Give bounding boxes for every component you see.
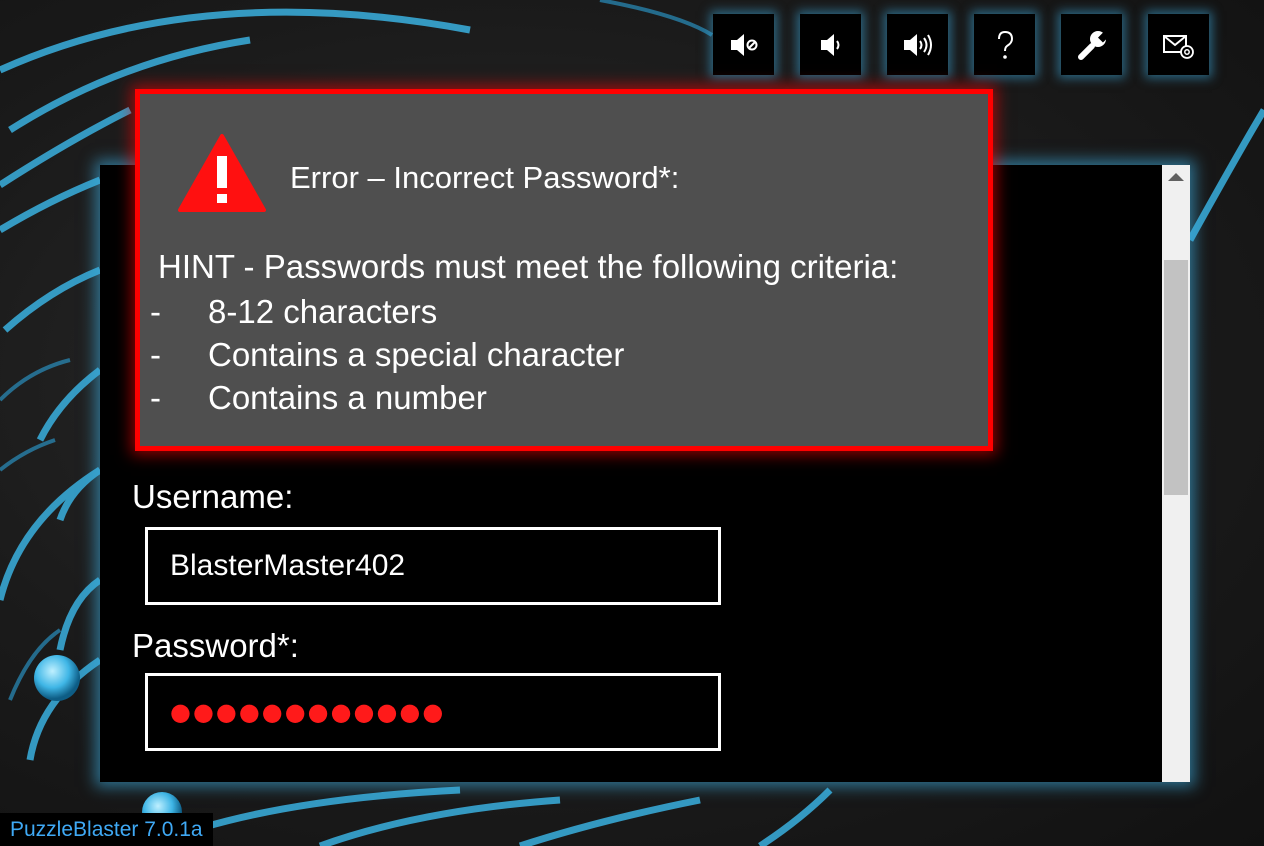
criteria-item: Contains a special character	[208, 336, 625, 373]
vertical-scrollbar[interactable]	[1162, 165, 1190, 782]
version-label: PuzzleBlaster 7.0.1a	[0, 813, 213, 846]
criteria-list: - 8-12 characters - Contains a special c…	[150, 290, 624, 419]
username-label: Username:	[132, 478, 294, 515]
username-value: BlasterMaster402	[170, 549, 406, 582]
list-item: - Contains a number	[150, 376, 624, 419]
error-dialog: Error – Incorrect Password*: HINT - Pass…	[135, 89, 993, 451]
speaker-low-icon	[820, 33, 839, 56]
scroll-up-arrow-icon[interactable]	[1168, 173, 1184, 181]
scroll-thumb[interactable]	[1164, 260, 1188, 495]
list-item: - 8-12 characters	[150, 290, 624, 333]
help-button[interactable]	[974, 14, 1035, 75]
toolbar	[713, 14, 1209, 75]
speaker-mute-icon	[730, 33, 757, 56]
warning-icon	[178, 134, 266, 212]
volume-high-button[interactable]	[887, 14, 948, 75]
criteria-item: Contains a number	[208, 379, 487, 416]
username-field[interactable]: BlasterMaster402	[145, 527, 721, 605]
settings-button[interactable]	[1061, 14, 1122, 75]
password-mask: ●●●●●●●●●●●●	[170, 698, 446, 726]
contact-button[interactable]	[1148, 14, 1209, 75]
password-label: Password*:	[132, 627, 299, 664]
hint-text: HINT - Passwords must meet the following…	[158, 248, 899, 285]
question-mark-icon	[997, 30, 1013, 59]
bullet: -	[150, 293, 161, 330]
bullet: -	[150, 379, 161, 416]
criteria-item: 8-12 characters	[208, 293, 438, 330]
mail-at-icon	[1162, 34, 1194, 59]
password-field[interactable]: ●●●●●●●●●●●●	[145, 673, 721, 751]
volume-low-button[interactable]	[800, 14, 861, 75]
list-item: - Contains a special character	[150, 333, 624, 376]
wrench-icon	[1077, 30, 1109, 60]
error-title: Error – Incorrect Password*:	[290, 160, 680, 195]
bullet: -	[150, 336, 161, 373]
speaker-high-icon	[903, 33, 932, 56]
mute-button[interactable]	[713, 14, 774, 75]
